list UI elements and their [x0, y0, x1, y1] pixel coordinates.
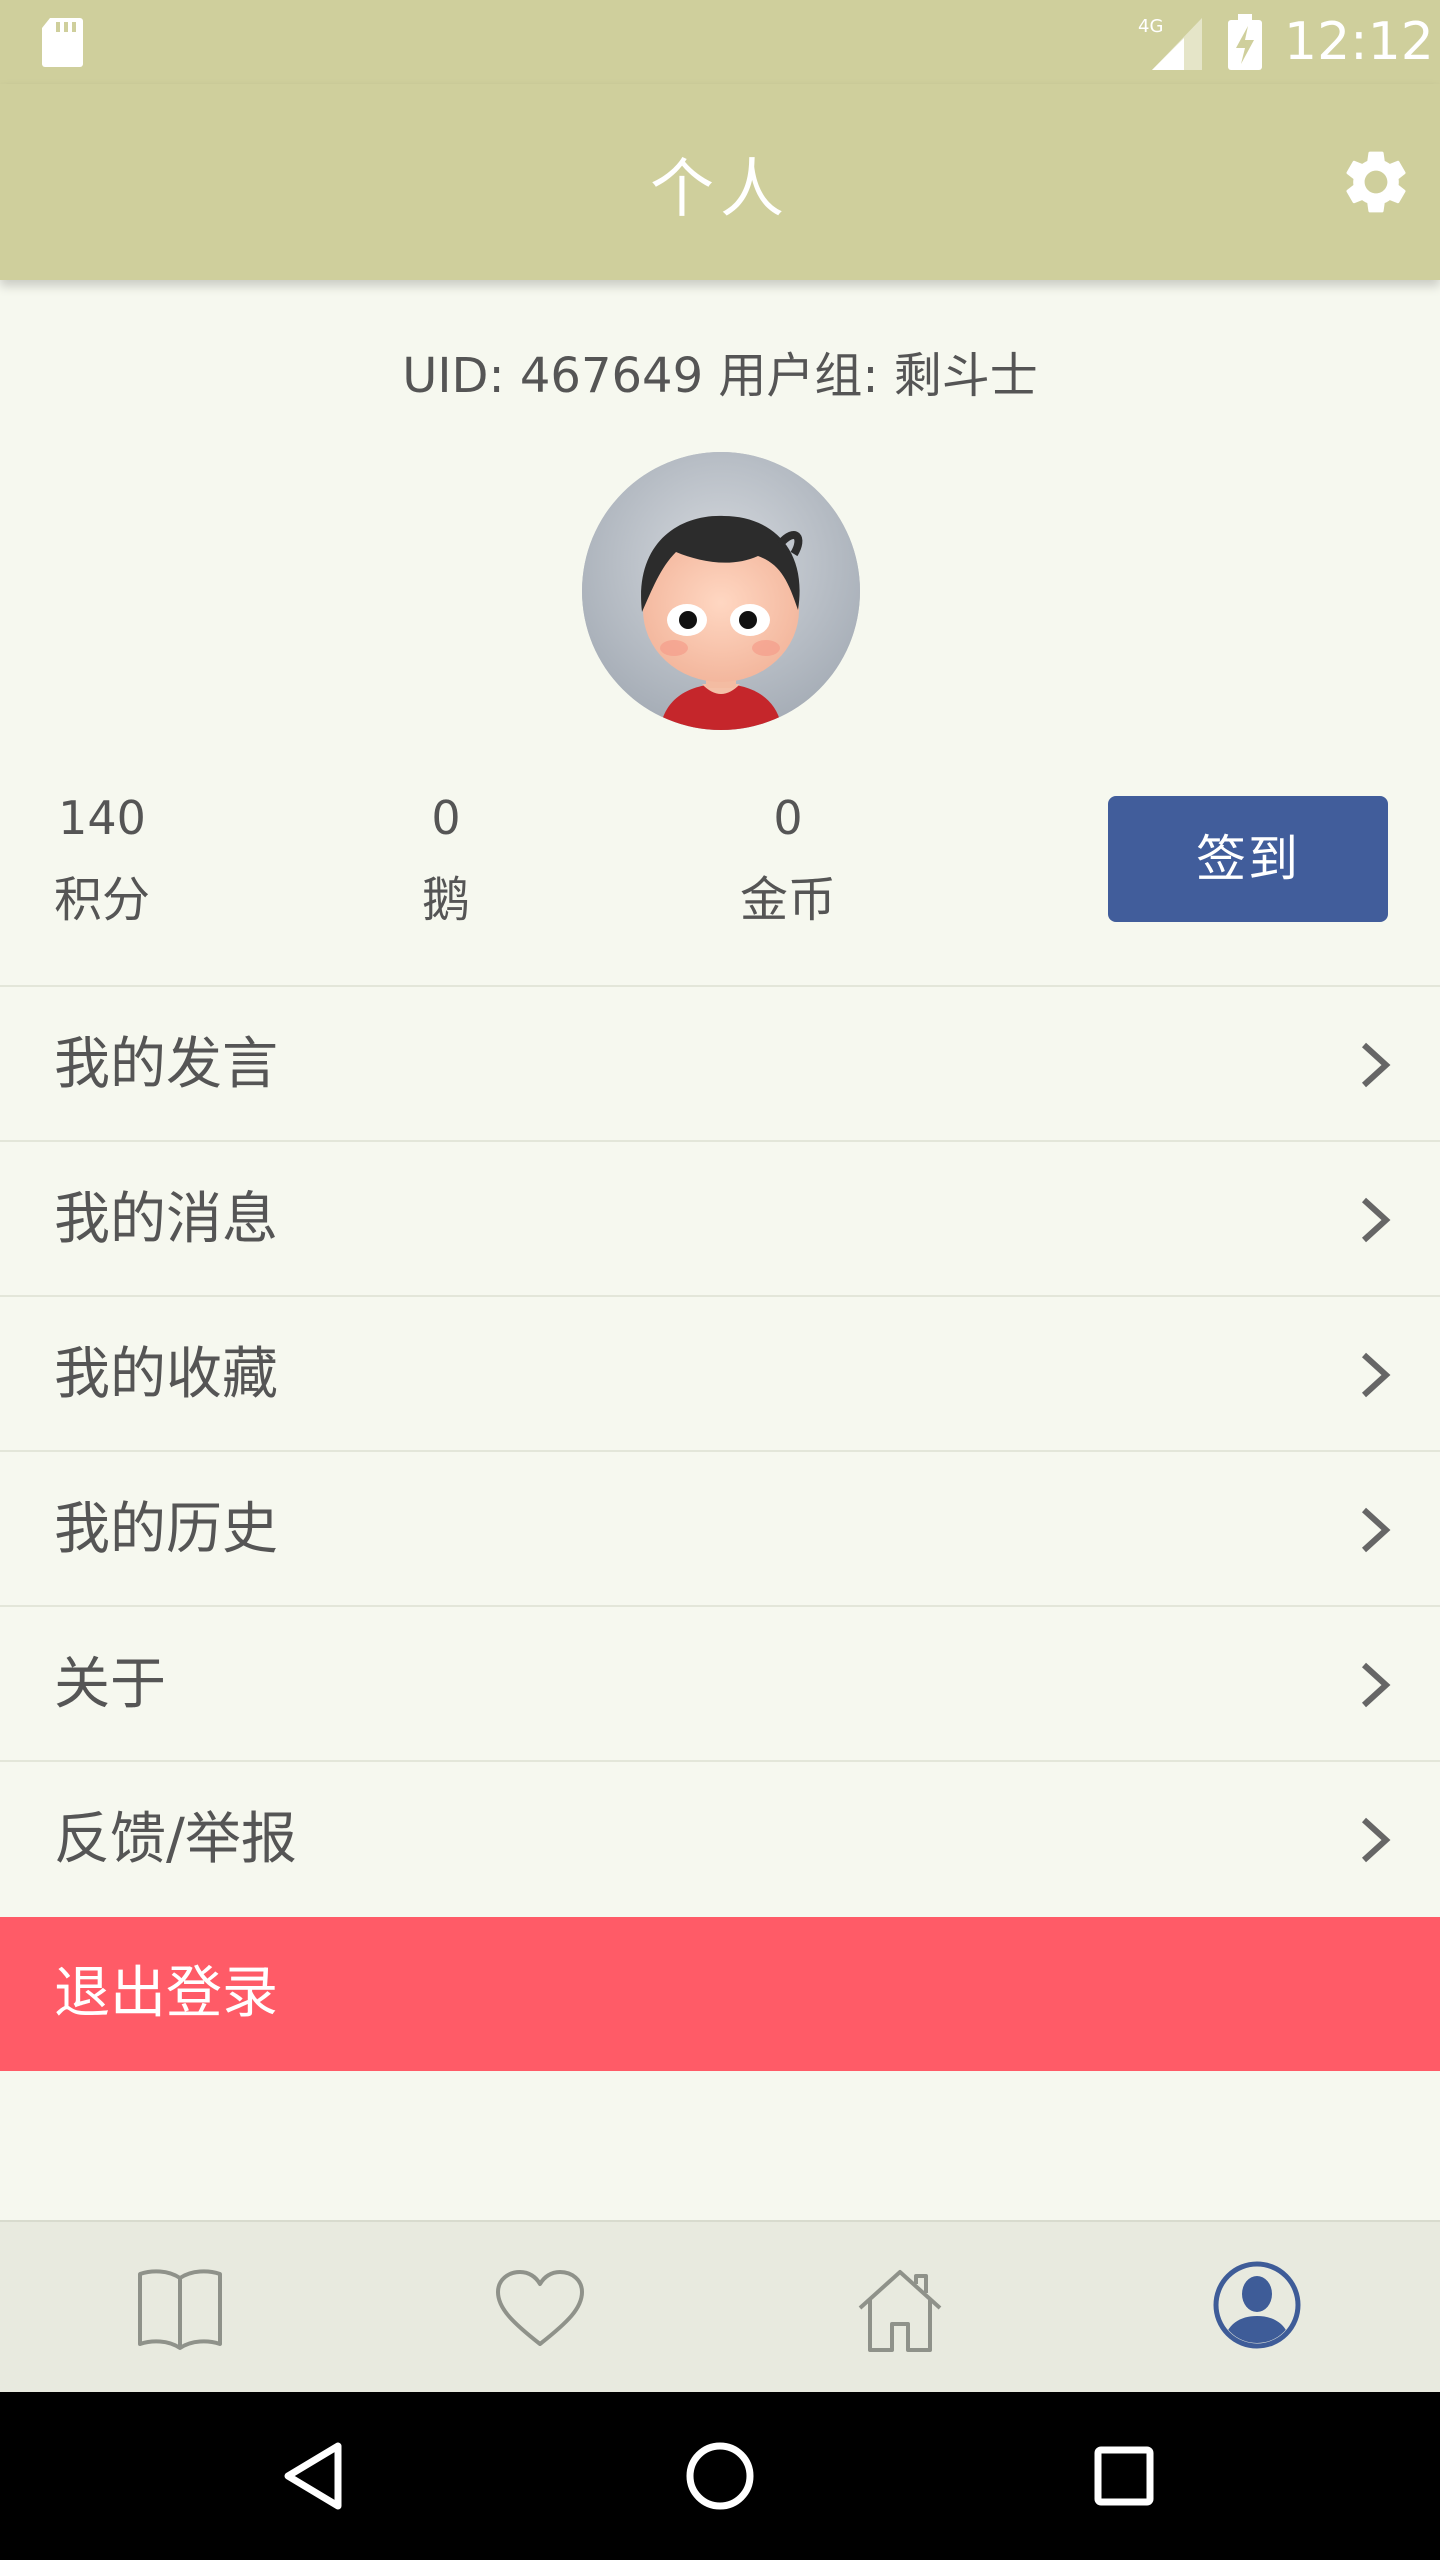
bottom-nav [0, 2220, 1440, 2392]
stat-goose-label: 鹅 [421, 872, 470, 928]
profile-icon[interactable] [1212, 2260, 1302, 2350]
chevron-right-icon [1361, 1352, 1391, 1398]
chevron-right-icon [1361, 1817, 1391, 1863]
menu-item-label: 关于 [54, 1652, 166, 1717]
stat-points-value: 140 [58, 791, 146, 845]
avatar-cartoon-boy-icon [582, 452, 860, 730]
menu-item-my-posts[interactable]: 我的发言 [0, 985, 1440, 1140]
stat-goose-value: 0 [431, 791, 461, 845]
chevron-right-icon [1361, 1507, 1391, 1553]
menu-item-label: 我的历史 [54, 1497, 278, 1562]
status-bar: 4G 12:12 [0, 0, 1440, 84]
menu-item-my-history[interactable]: 我的历史 [0, 1450, 1440, 1605]
menu-item-label: 我的发言 [54, 1032, 278, 1097]
page-title: 个人 [650, 153, 790, 227]
menu-item-label: 我的消息 [54, 1187, 278, 1252]
heart-icon[interactable] [492, 2264, 588, 2354]
menu-item-label: 我的收藏 [54, 1342, 278, 1407]
menu-item-my-messages[interactable]: 我的消息 [0, 1140, 1440, 1295]
sd-card-icon [42, 18, 83, 67]
stat-points: 140 积分 [2, 790, 202, 928]
battery-charging-icon [1228, 14, 1262, 70]
avatar[interactable] [582, 452, 860, 730]
stat-coins-label: 金币 [739, 872, 836, 928]
book-icon[interactable] [132, 2264, 228, 2354]
app-bar: 个人 [0, 84, 1440, 280]
back-icon[interactable] [276, 2436, 356, 2516]
menu-item-my-favorites[interactable]: 我的收藏 [0, 1295, 1440, 1450]
system-nav-bar [0, 2392, 1440, 2560]
stat-coins: 0 金币 [688, 790, 888, 928]
status-time: 12:12 [1284, 12, 1434, 72]
stat-coins-value: 0 [773, 791, 803, 845]
gear-icon[interactable] [1338, 144, 1414, 220]
recents-icon[interactable] [1084, 2436, 1164, 2516]
chevron-right-icon [1361, 1042, 1391, 1088]
uid-user-group: UID: 467649 用户组: 剩斗士 [402, 348, 1038, 404]
chevron-right-icon [1361, 1197, 1391, 1243]
cell-signal-icon: 4G [1138, 16, 1202, 70]
menu-item-label: 反馈/举报 [54, 1807, 297, 1872]
menu-item-about[interactable]: 关于 [0, 1605, 1440, 1760]
logout-label: 退出登录 [54, 1961, 278, 2026]
chevron-right-icon [1361, 1662, 1391, 1708]
menu-list: 我的发言 我的消息 我的收藏 我的历史 关于 反馈/举报 [0, 985, 1440, 1915]
checkin-button[interactable]: 签到 [1108, 796, 1388, 922]
stat-goose: 0 鹅 [346, 790, 546, 928]
home-circle-icon[interactable] [680, 2436, 760, 2516]
home-icon[interactable] [852, 2264, 948, 2354]
network-type-label: 4G [1138, 16, 1163, 37]
logout-button[interactable]: 退出登录 [0, 1917, 1440, 2071]
menu-item-feedback[interactable]: 反馈/举报 [0, 1760, 1440, 1915]
stat-points-label: 积分 [53, 872, 150, 928]
